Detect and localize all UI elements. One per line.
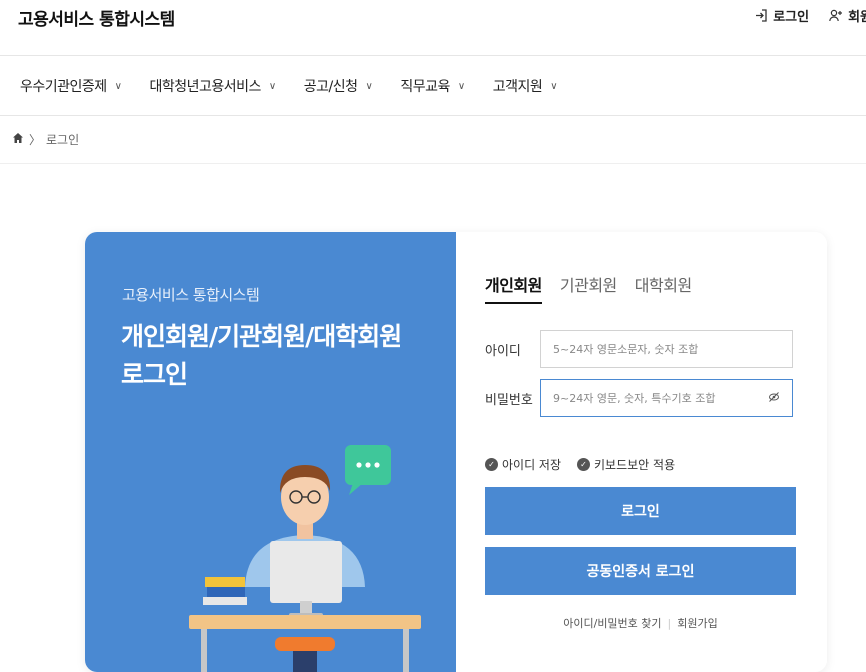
promo-panel: 고용서비스 통합시스템 개인회원/기관회원/대학회원 로그인 xyxy=(85,232,456,672)
chevron-down-icon: ∨ xyxy=(457,80,465,92)
login-link-label: 로그인 xyxy=(773,10,810,25)
password-field-row: 비밀번호 9~24자 영문, 숫자, 특수기호 조합 xyxy=(485,379,793,417)
signup-link-bottom[interactable]: 회원가입 xyxy=(677,617,717,630)
nav-item-label: 직무교육 xyxy=(400,79,450,95)
password-input[interactable]: 9~24자 영문, 숫자, 특수기호 조합 xyxy=(540,379,793,417)
nav-item-training[interactable]: 직무교육 ∨ xyxy=(400,76,465,96)
promo-title-line1: 개인회원/기관회원/대학회원 xyxy=(121,322,402,351)
tab-institution[interactable]: 기관회원 xyxy=(560,272,617,304)
main-nav: 우수기관인증제 ∨ 대학청년고용서비스 ∨ 공고/신청 ∨ 직무교육 ∨ 고객지원 ∨ xyxy=(0,56,866,116)
certificate-login-button[interactable]: 공동인증서 로그인 xyxy=(485,547,796,595)
chevron-down-icon: ∨ xyxy=(114,80,122,92)
password-placeholder: 9~24자 영문, 숫자, 특수기호 조합 xyxy=(553,392,716,405)
nav-item-label: 대학청년고용서비스 xyxy=(149,79,262,95)
account-links: 아이디/비밀번호 찾기 | 회원가입 xyxy=(485,615,796,631)
nav-item-support[interactable]: 고객지원 ∨ xyxy=(492,76,558,96)
login-icon xyxy=(755,9,768,22)
add-user-icon xyxy=(829,9,843,22)
login-form-panel: 개인회원 기관회원 대학회원 아이디 5~24자 영문소문자, 숫자 조합 비밀… xyxy=(456,232,827,672)
keyboard-security-checkbox[interactable]: ✓ 키보드보안 적용 xyxy=(577,456,675,473)
nav-item-university-youth[interactable]: 대학청년고용서비스 ∨ xyxy=(149,76,277,96)
password-label: 비밀번호 xyxy=(485,392,533,408)
site-title[interactable]: 고용서비스 통합시스템 xyxy=(18,5,175,30)
eye-slash-icon[interactable] xyxy=(768,391,780,406)
breadcrumb: 〉 로그인 xyxy=(0,116,866,164)
breadcrumb-current: 로그인 xyxy=(46,133,80,147)
nav-item-notices[interactable]: 공고/신청 ∨ xyxy=(304,76,373,96)
chevron-down-icon: ∨ xyxy=(550,80,558,92)
keyboard-security-label: 키보드보안 적용 xyxy=(594,458,676,472)
save-id-label: 아이디 저장 xyxy=(502,458,562,472)
promo-subtitle: 고용서비스 통합시스템 xyxy=(122,286,260,304)
id-field-row: 아이디 5~24자 영문소문자, 숫자 조합 xyxy=(485,330,793,368)
signup-link-label: 회원 xyxy=(848,10,866,25)
tab-university[interactable]: 대학회원 xyxy=(635,272,692,304)
find-account-link[interactable]: 아이디/비밀번호 찾기 xyxy=(563,617,661,630)
breadcrumb-separator: 〉 xyxy=(29,133,42,147)
utility-nav: 로그인 회원 xyxy=(755,6,866,25)
member-type-tabs: 개인회원 기관회원 대학회원 xyxy=(485,272,692,304)
nav-item-certification[interactable]: 우수기관인증제 ∨ xyxy=(20,76,122,96)
top-header: 고용서비스 통합시스템 로그인 회원 xyxy=(0,0,866,56)
link-separator: | xyxy=(667,617,672,630)
login-options: ✓ 아이디 저장 ✓ 키보드보안 적용 xyxy=(485,456,675,473)
check-icon: ✓ xyxy=(485,458,498,471)
home-icon[interactable] xyxy=(12,132,24,147)
nav-item-label: 우수기관인증제 xyxy=(20,79,107,95)
chevron-down-icon: ∨ xyxy=(268,80,276,92)
login-card: 고용서비스 통합시스템 개인회원/기관회원/대학회원 로그인 개인회원 기관회원… xyxy=(85,232,827,672)
login-button[interactable]: 로그인 xyxy=(485,487,796,535)
id-label: 아이디 xyxy=(485,343,521,359)
signup-link[interactable]: 회원 xyxy=(829,6,866,25)
id-input[interactable]: 5~24자 영문소문자, 숫자 조합 xyxy=(540,330,793,368)
login-link[interactable]: 로그인 xyxy=(755,6,809,25)
save-id-checkbox[interactable]: ✓ 아이디 저장 xyxy=(485,456,561,473)
person-at-desk-illustration xyxy=(185,437,425,672)
nav-item-label: 고객지원 xyxy=(492,79,543,95)
promo-title: 개인회원/기관회원/대학회원 로그인 xyxy=(121,318,402,394)
chevron-down-icon: ∨ xyxy=(365,80,373,92)
id-placeholder: 5~24자 영문소문자, 숫자 조합 xyxy=(553,343,699,356)
tab-personal[interactable]: 개인회원 xyxy=(485,272,542,304)
check-icon: ✓ xyxy=(577,458,591,471)
promo-title-line2: 로그인 xyxy=(121,360,188,389)
nav-item-label: 공고/신청 xyxy=(303,79,358,95)
